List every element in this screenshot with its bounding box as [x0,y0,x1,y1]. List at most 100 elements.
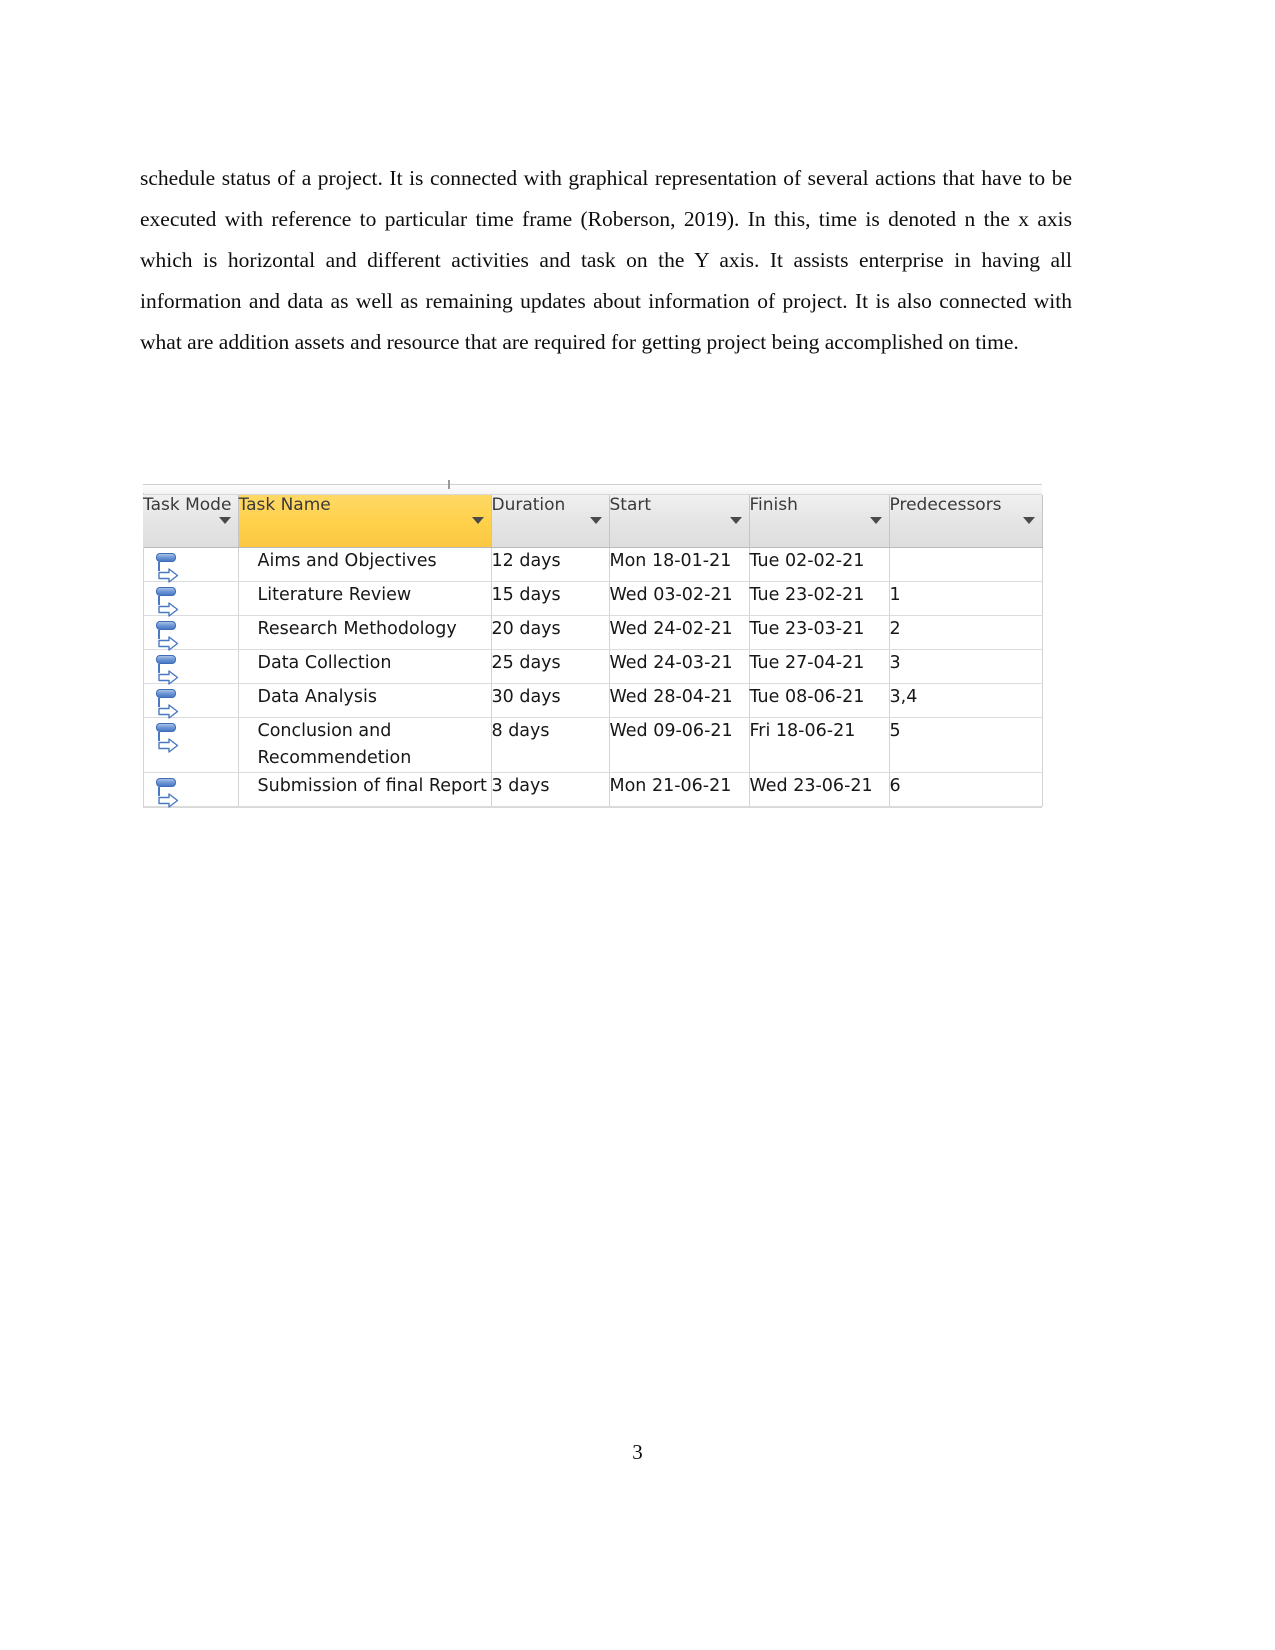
predecessors-cell[interactable]: 5 [889,717,1043,773]
table-row[interactable]: Research Methodology 20 days Wed 24-02-21 T… [143,615,1043,651]
filter-arrow-icon[interactable] [729,517,742,524]
predecessors-cell-text: 5 [889,720,901,741]
page-number: 3 [632,1440,643,1464]
start-date-cell[interactable]: Wed 24-02-21 [609,615,750,650]
task-name-cell[interactable]: Submission of final Report [238,772,492,807]
finish-date-cell[interactable]: Tue 02-02-21 [749,547,890,582]
start-date-cell[interactable]: Mon 18-01-21 [609,547,750,582]
finish-date-cell[interactable]: Fri 18-06-21 [749,717,890,773]
predecessors-cell-text: 6 [889,775,901,796]
column-header-label: Task Name [238,495,331,515]
table-top-strip [143,480,1042,495]
column-divider-tick [448,480,450,489]
task-name-cell-text: Aims and Objectives [257,550,437,571]
duration-cell[interactable]: 12 days [491,547,610,582]
table-row[interactable]: Conclusion and Recommendetion 8 days Wed 0… [143,717,1043,773]
start-date-cell-text: Wed 03-02-21 [609,584,733,605]
filter-arrow-icon[interactable] [471,517,484,524]
duration-cell[interactable]: 15 days [491,581,610,616]
finish-date-cell[interactable]: Wed 23-06-21 [749,772,890,807]
task-mode-cell[interactable] [143,717,239,773]
column-header-finish[interactable]: Finish [749,495,890,548]
predecessors-cell[interactable]: 3,4 [889,683,1043,718]
task-mode-cell[interactable] [143,547,239,583]
filter-arrow-icon[interactable] [218,517,231,524]
table-row[interactable]: Literature Review 15 days Wed 03-02-21 Tue … [143,581,1043,617]
finish-date-cell[interactable]: Tue 23-03-21 [749,615,890,650]
table-row[interactable]: Aims and Objectives 12 days Mon 18-01-21 Tu… [143,547,1043,583]
task-name-cell[interactable]: Literature Review [238,581,492,616]
finish-date-cell-text: Tue 27-04-21 [749,652,865,673]
auto-scheduled-icon [154,722,179,753]
task-mode-cell[interactable] [143,581,239,617]
column-header-start[interactable]: Start [609,495,750,548]
column-header-task-mode[interactable]: Task Mode [143,495,239,548]
table-header-row: Task Mode Task Name Duration Start Finis… [143,495,1043,548]
duration-cell[interactable]: 8 days [491,717,610,773]
duration-cell[interactable]: 20 days [491,615,610,650]
finish-date-cell[interactable]: Tue 08-06-21 [749,683,890,718]
filter-arrow-icon[interactable] [589,517,602,524]
column-header-label: Duration [491,495,566,515]
finish-date-cell[interactable]: Tue 23-02-21 [749,581,890,616]
task-name-cell[interactable]: Conclusion and Recommendetion [238,717,492,773]
predecessors-cell[interactable] [889,547,1043,582]
task-name-cell[interactable]: Research Methodology [238,615,492,650]
start-date-cell[interactable]: Wed 24-03-21 [609,649,750,684]
duration-cell[interactable]: 30 days [491,683,610,718]
task-mode-cell[interactable] [143,615,239,651]
start-date-cell-text: Wed 09-06-21 [609,720,733,741]
column-header-label: Finish [749,495,798,515]
start-date-cell-text: Wed 24-03-21 [609,652,733,673]
predecessors-cell[interactable]: 6 [889,772,1043,807]
task-name-cell-text: Conclusion and Recommendetion [257,720,412,768]
task-grid-body: Aims and Objectives 12 days Mon 18-01-21 Tu… [143,547,1043,808]
start-date-cell-text: Wed 28-04-21 [609,686,733,707]
start-date-cell[interactable]: Wed 28-04-21 [609,683,750,718]
start-date-cell[interactable]: Wed 03-02-21 [609,581,750,616]
predecessors-cell[interactable]: 1 [889,581,1043,616]
duration-cell-text: 12 days [491,550,561,571]
column-header-duration[interactable]: Duration [491,495,610,548]
task-name-cell[interactable]: Aims and Objectives [238,547,492,582]
start-date-cell-text: Wed 24-02-21 [609,618,733,639]
duration-cell-text: 3 days [491,775,550,796]
duration-cell-text: 8 days [491,720,550,741]
predecessors-cell[interactable]: 3 [889,649,1043,684]
task-name-cell-text: Research Methodology [257,618,457,639]
body-paragraph: schedule status of a project. It is conn… [140,165,1072,354]
predecessors-cell-text: 3 [889,652,901,673]
table-row[interactable]: Data Analysis 30 days Wed 28-04-21 Tue 08-0… [143,683,1043,719]
task-mode-cell[interactable] [143,649,239,685]
duration-cell[interactable]: 3 days [491,772,610,807]
column-header-task-name[interactable]: Task Name [238,495,492,548]
predecessors-cell-text: 2 [889,618,901,639]
task-mode-cell[interactable] [143,772,239,808]
predecessors-cell[interactable]: 2 [889,615,1043,650]
predecessors-cell-text: 1 [889,584,901,605]
column-header-predecessors[interactable]: Predecessors [889,495,1043,548]
task-name-cell[interactable]: Data Collection [238,649,492,684]
start-date-cell-text: Mon 18-01-21 [609,550,732,571]
finish-date-cell-text: Fri 18-06-21 [749,720,856,741]
table-row[interactable]: Submission of final Report 3 days Mon 21-0… [143,772,1043,808]
filter-arrow-icon[interactable] [869,517,882,524]
table-row[interactable]: Data Collection 25 days Wed 24-03-21 Tue 27… [143,649,1043,685]
task-mode-cell[interactable] [143,683,239,719]
duration-cell-text: 30 days [491,686,561,707]
predecessors-cell-text: 3,4 [889,686,918,707]
start-date-cell[interactable]: Wed 09-06-21 [609,717,750,773]
start-date-cell[interactable]: Mon 21-06-21 [609,772,750,807]
task-grid: Task Mode Task Name Duration Start Finis… [143,495,1043,808]
finish-date-cell[interactable]: Tue 27-04-21 [749,649,890,684]
task-name-cell-text: Literature Review [257,584,412,605]
duration-cell-text: 15 days [491,584,561,605]
filter-arrow-icon[interactable] [1022,517,1035,524]
task-name-cell[interactable]: Data Analysis [238,683,492,718]
auto-scheduled-icon [154,552,179,583]
auto-scheduled-icon [154,620,179,651]
column-header-label: Start [609,495,652,515]
task-name-cell-text: Submission of final Report [257,775,487,796]
duration-cell[interactable]: 25 days [491,649,610,684]
finish-date-cell-text: Wed 23-06-21 [749,775,873,796]
